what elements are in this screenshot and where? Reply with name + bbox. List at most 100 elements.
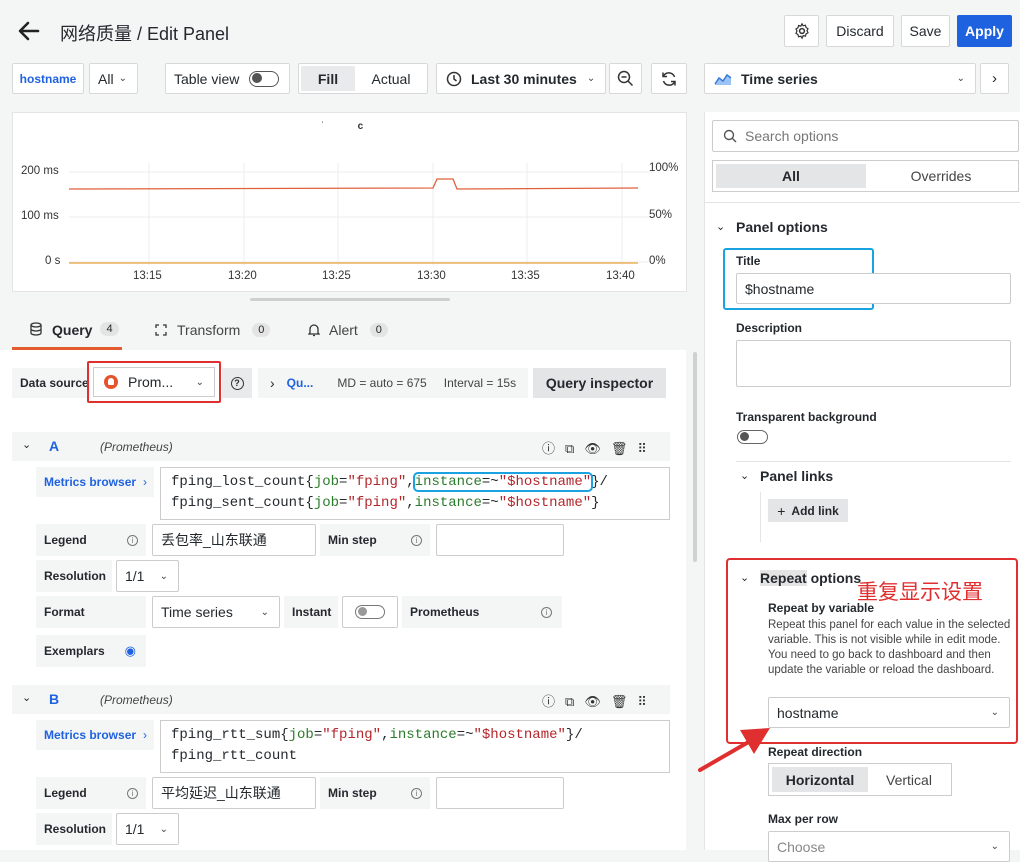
eye-icon[interactable]: 👁 <box>584 441 601 457</box>
expr-line-2: fping_sent_count{job="fping",instance=~"… <box>171 495 600 511</box>
panel-links-heading[interactable]: Panel links <box>760 468 833 484</box>
query-datasource-name: (Prometheus) <box>100 440 173 454</box>
chevron-down-icon[interactable]: ⌄ <box>740 571 749 584</box>
expr-line-2: fping_rtt_count <box>171 748 298 764</box>
drag-handle-icon[interactable]: ⠿ <box>637 441 647 457</box>
search-options-input[interactable]: Search options <box>712 120 1019 152</box>
chevron-down-icon[interactable]: ⌄ <box>740 469 749 482</box>
datasource-picker[interactable]: Prom... ⌄ <box>87 361 221 403</box>
query-letter: B <box>49 691 60 707</box>
time-range-picker[interactable]: Last 30 minutes ⌄ <box>436 63 606 94</box>
resolution-select[interactable]: 1/1 ⌄ <box>116 813 179 845</box>
metrics-browser-button[interactable]: Metrics browser › <box>36 467 154 497</box>
panel-options-heading[interactable]: Panel options <box>736 219 828 235</box>
tab-alert-count: 0 <box>369 323 388 337</box>
clock-icon <box>446 71 462 86</box>
visualization-picker[interactable]: Time series ⌄ <box>704 63 976 94</box>
max-per-row-select[interactable]: Choose ⌄ <box>768 831 1010 862</box>
horizontal-button[interactable]: Horizontal <box>772 767 868 792</box>
gear-icon <box>794 22 809 40</box>
drag-handle-icon[interactable]: ⠿ <box>637 694 647 710</box>
zoom-out-button[interactable] <box>609 63 642 94</box>
datasource-help-button[interactable]: ? <box>222 368 252 398</box>
instant-label: Instant <box>284 596 338 628</box>
time-range-label: Last 30 minutes <box>471 70 577 87</box>
query-b-expression[interactable]: fping_rtt_sum{job="fping",instance=~"$ho… <box>160 720 670 773</box>
min-step-label: Min step i <box>320 524 430 556</box>
y-tick-left: 0 s <box>45 255 61 267</box>
trash-icon[interactable]: 🗑 <box>611 441 628 457</box>
search-placeholder: Search options <box>745 128 839 144</box>
toggle-switch[interactable] <box>249 70 280 87</box>
apply-button[interactable]: Apply <box>957 15 1012 47</box>
chevron-down-icon[interactable]: ⌄ <box>716 220 725 233</box>
panel-links-rule <box>760 492 761 542</box>
collapse-options-button[interactable]: › <box>980 63 1009 94</box>
format-select[interactable]: Time series ⌄ <box>152 596 280 628</box>
min-step-input[interactable] <box>436 777 564 809</box>
chevron-down-icon: ⌄ <box>159 570 168 582</box>
transform-icon <box>155 324 167 336</box>
query-options-toggle[interactable]: › Qu... MD = auto = 675 Interval = 15s <box>258 368 528 398</box>
query-b-header[interactable]: ⌄ B (Prometheus) ⓘ ⧉ 👁 🗑 ⠿ <box>12 685 670 714</box>
actual-button[interactable]: Actual <box>357 66 425 91</box>
metrics-browser-button[interactable]: Metrics browser › <box>36 720 154 750</box>
legend-input[interactable]: 平均延迟_山东联通 <box>152 777 316 809</box>
settings-button[interactable] <box>784 15 819 47</box>
chevron-down-icon[interactable]: ⌄ <box>22 691 31 704</box>
tab-alert[interactable]: Alert 0 <box>308 322 388 338</box>
legend-label: Legend i <box>36 524 146 556</box>
transparent-label: Transparent background <box>736 410 877 424</box>
description-textarea[interactable] <box>736 340 1011 387</box>
discard-button[interactable]: Discard <box>826 15 894 47</box>
vertical-button[interactable]: Vertical <box>869 767 949 792</box>
refresh-button[interactable] <box>651 63 687 94</box>
instant-toggle[interactable] <box>342 596 398 628</box>
repeat-options-heading[interactable]: Repeat options <box>760 570 861 586</box>
query-inspector-button[interactable]: Query inspector <box>533 368 666 398</box>
options-tabs: All Overrides <box>712 160 1019 192</box>
help-icon[interactable]: ⓘ <box>542 691 555 710</box>
table-view-toggle[interactable]: Table view <box>165 63 290 94</box>
question-circle-icon: ? <box>230 376 244 390</box>
fill-button[interactable]: Fill <box>301 66 355 91</box>
min-step-input[interactable] <box>436 524 564 556</box>
chevron-down-icon: ⌄ <box>159 823 168 835</box>
query-a-header[interactable]: ⌄ A (Prometheus) ⓘ ⧉ 👁 🗑 ⠿ <box>12 432 670 461</box>
title-input[interactable]: $hostname <box>736 273 1011 304</box>
repeat-variable-select[interactable]: hostname ⌄ <box>768 697 1010 728</box>
resolution-select[interactable]: 1/1 ⌄ <box>116 560 179 592</box>
save-button[interactable]: Save <box>901 15 950 47</box>
page-title: 网络质量 / Edit Panel <box>60 24 230 44</box>
trash-icon[interactable]: 🗑 <box>611 694 628 710</box>
info-icon: i <box>127 787 138 799</box>
query-datasource-name: (Prometheus) <box>100 693 173 707</box>
tab-query[interactable]: Query 4 <box>12 316 122 350</box>
info-icon: i <box>127 534 138 546</box>
chevron-down-icon[interactable]: ⌄ <box>22 438 31 451</box>
query-a-expression[interactable]: fping_lost_count{job="fping",instance=~"… <box>160 467 670 520</box>
query-options-label: Qu... <box>286 376 314 390</box>
duplicate-icon[interactable]: ⧉ <box>565 694 574 710</box>
help-icon[interactable]: ⓘ <box>542 438 555 457</box>
tab-overrides[interactable]: Overrides <box>866 164 1016 188</box>
eye-icon[interactable]: 👁 <box>584 694 601 710</box>
chart-svg[interactable] <box>13 113 688 293</box>
back-arrow-icon[interactable] <box>16 18 42 44</box>
zoom-out-icon <box>617 70 634 87</box>
info-icon: i <box>541 606 552 618</box>
transparent-toggle[interactable] <box>737 430 768 444</box>
x-tick: 13:15 <box>133 270 162 282</box>
exemplars-toggle[interactable]: Exemplars ◉ <box>36 635 146 667</box>
tab-all[interactable]: All <box>716 164 866 188</box>
duplicate-icon[interactable]: ⧉ <box>565 441 574 457</box>
query-editor-scrollbar[interactable] <box>693 352 697 562</box>
x-tick: 13:35 <box>511 270 540 282</box>
panel-resize-handle[interactable] <box>250 298 450 301</box>
repeat-by-label: Repeat by variable <box>768 601 875 615</box>
legend-input[interactable]: 丢包率_山东联通 <box>152 524 316 556</box>
tab-transform[interactable]: Transform 0 <box>154 322 271 338</box>
add-link-button[interactable]: + Add link <box>768 499 848 522</box>
variable-hostname-select[interactable]: All ⌄ <box>89 63 138 94</box>
chevron-down-icon: ⌄ <box>956 73 965 84</box>
